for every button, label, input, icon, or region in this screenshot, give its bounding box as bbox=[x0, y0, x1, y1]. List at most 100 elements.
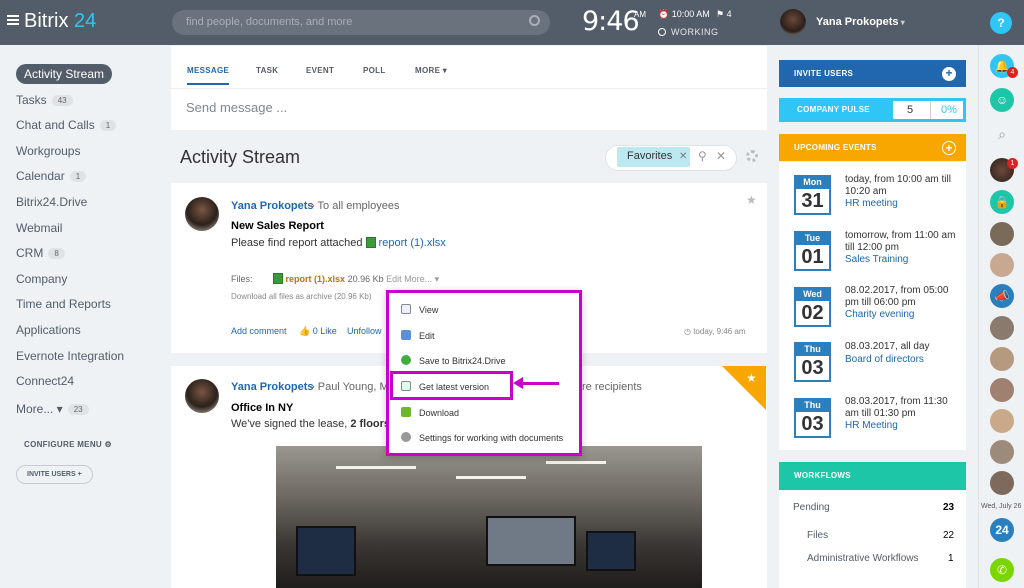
gear-icon bbox=[401, 432, 411, 442]
invite-users-button[interactable]: INVITE USERS + bbox=[16, 465, 93, 484]
wall-screen bbox=[486, 516, 576, 566]
tab-more[interactable]: MORE ▾ bbox=[415, 66, 447, 75]
clock-time[interactable]: 9:46 bbox=[582, 6, 640, 37]
file-link[interactable]: report (1).xlsx bbox=[286, 274, 346, 284]
ceiling-light bbox=[336, 466, 416, 469]
post-author[interactable]: Yana Prokopets bbox=[231, 200, 314, 212]
sidebar-item-applications[interactable]: Applications bbox=[16, 323, 81, 337]
logo[interactable]: Bitrix 24 bbox=[24, 10, 96, 33]
sidebar-item-crm[interactable]: CRM 8 bbox=[16, 246, 65, 260]
tab-message[interactable]: MESSAGE bbox=[187, 66, 230, 85]
post-text: We've signed the lease, 2 floors, 4 bbox=[231, 418, 403, 430]
more-link[interactable]: More... ▾ bbox=[404, 274, 439, 284]
unfollow-link[interactable]: Unfollow bbox=[347, 326, 382, 336]
download-icon bbox=[401, 407, 411, 417]
menu-item-view[interactable]: View bbox=[401, 304, 438, 315]
sidebar-item-connect24[interactable]: Connect24 bbox=[16, 374, 74, 388]
sidebar-item-chat[interactable]: Chat and Calls 1 bbox=[16, 118, 117, 132]
menu-icon[interactable] bbox=[7, 15, 19, 25]
avatar[interactable] bbox=[185, 197, 219, 231]
close-icon[interactable]: ✕ bbox=[679, 151, 687, 162]
tab-poll[interactable]: POLL bbox=[363, 66, 386, 75]
more-recipients[interactable]: re recipients bbox=[582, 381, 642, 393]
post-author[interactable]: Yana Prokopets bbox=[231, 381, 314, 393]
message-input[interactable]: Send message ... bbox=[186, 100, 287, 115]
add-comment-link[interactable]: Add comment bbox=[231, 326, 287, 336]
event-time: 08.03.2017, all day bbox=[845, 341, 930, 352]
event-link[interactable]: Charity evening bbox=[845, 309, 914, 320]
tab-task[interactable]: TASK bbox=[256, 66, 278, 75]
contact-avatar[interactable] bbox=[990, 409, 1014, 433]
search-icon bbox=[529, 15, 540, 26]
event-link[interactable]: Sales Training bbox=[845, 254, 908, 265]
menu-item-save-drive[interactable]: Save to Bitrix24.Drive bbox=[401, 355, 506, 366]
configure-menu-button[interactable]: CONFIGURE MENU ⚙ bbox=[24, 440, 112, 449]
sidebar-item-time[interactable]: Time and Reports bbox=[16, 297, 111, 311]
invite-users-button[interactable]: INVITE USERS bbox=[779, 60, 966, 87]
wall-screen bbox=[586, 531, 636, 571]
contact-avatar[interactable] bbox=[990, 471, 1014, 495]
sidebar-item-drive[interactable]: Bitrix24.Drive bbox=[16, 195, 87, 209]
phone-icon[interactable]: ✆ bbox=[990, 558, 1014, 582]
help-icon[interactable]: ? bbox=[990, 12, 1012, 34]
star-icon[interactable]: ★ bbox=[746, 193, 757, 207]
contact-avatar[interactable] bbox=[990, 253, 1014, 277]
menu-item-edit[interactable]: Edit bbox=[401, 330, 435, 341]
search-icon[interactable]: ⌕ bbox=[990, 122, 1014, 146]
edit-link[interactable]: Edit bbox=[386, 274, 402, 284]
download-archive-link[interactable]: Download all files as archive (20.96 Kb) bbox=[231, 292, 372, 301]
work-status[interactable]: WORKING bbox=[658, 27, 719, 37]
search-input[interactable]: find people, documents, and more bbox=[172, 10, 550, 35]
plus-icon[interactable]: + bbox=[942, 141, 956, 155]
search-plus-icon[interactable]: ⚲ bbox=[698, 149, 707, 163]
post-title: New Sales Report bbox=[231, 220, 324, 232]
post-recipients: › To all employees bbox=[311, 200, 400, 212]
sidebar-item-activity-stream[interactable]: Activity Stream bbox=[16, 64, 113, 84]
favorite-corner[interactable] bbox=[722, 366, 766, 410]
event-link[interactable]: Board of directors bbox=[845, 354, 924, 365]
like-button[interactable]: 👍 0 Like bbox=[299, 326, 337, 337]
event-time: tomorrow, from 11:00 am till 12:00 pm bbox=[845, 230, 956, 253]
sidebar-item-calendar[interactable]: Calendar 1 bbox=[16, 169, 87, 183]
contact-avatar[interactable] bbox=[990, 378, 1014, 402]
lock-icon[interactable]: 🔒 bbox=[990, 190, 1014, 214]
attachment-link[interactable]: report (1).xlsx bbox=[379, 237, 446, 249]
drive-icon bbox=[401, 355, 411, 365]
sidebar-item-company[interactable]: Company bbox=[16, 272, 67, 286]
megaphone-icon[interactable]: 📣 bbox=[990, 284, 1014, 308]
wf-pending-label[interactable]: Pending bbox=[793, 502, 830, 513]
notification-badge: 4 bbox=[1007, 67, 1018, 78]
b24-icon[interactable]: 24 bbox=[990, 518, 1014, 542]
event-link[interactable]: HR Meeting bbox=[845, 420, 898, 431]
sidebar-item-evernote[interactable]: Evernote Integration bbox=[16, 349, 124, 363]
plus-icon[interactable]: + bbox=[942, 67, 956, 81]
menu-item-download[interactable]: Download bbox=[401, 407, 459, 418]
event-date: Mon 31 bbox=[794, 175, 831, 215]
sidebar-item-more[interactable]: More... ▾ 23 bbox=[16, 402, 89, 416]
wf-files-label[interactable]: Files bbox=[807, 530, 828, 541]
sidebar-item-workgroups[interactable]: Workgroups bbox=[16, 144, 80, 158]
chat-icon[interactable]: ☺ bbox=[990, 88, 1014, 112]
contact-avatar[interactable] bbox=[990, 440, 1014, 464]
page-title: Activity Stream bbox=[180, 147, 301, 167]
gear-icon[interactable] bbox=[746, 150, 758, 162]
like-icon: 👍 bbox=[299, 326, 311, 336]
contact-avatar[interactable] bbox=[990, 222, 1014, 246]
post-recipients: › Paul Young, M bbox=[311, 381, 389, 393]
clock-ampm: AM bbox=[634, 10, 646, 19]
contact-avatar[interactable] bbox=[990, 347, 1014, 371]
sidebar-item-tasks[interactable]: Tasks 43 bbox=[16, 93, 73, 107]
tab-event[interactable]: EVENT bbox=[306, 66, 334, 75]
wf-admin-label[interactable]: Administrative Workflows bbox=[807, 553, 919, 564]
sidebar-item-webmail[interactable]: Webmail bbox=[16, 221, 62, 235]
event-link[interactable]: HR meeting bbox=[845, 198, 898, 209]
office-photo[interactable] bbox=[276, 446, 702, 588]
contact-avatar[interactable] bbox=[990, 316, 1014, 340]
xlsx-icon bbox=[272, 273, 283, 284]
user-name[interactable]: Yana Prokopets bbox=[816, 16, 905, 28]
avatar[interactable] bbox=[780, 9, 806, 35]
avatar[interactable] bbox=[185, 379, 219, 413]
menu-item-settings[interactable]: Settings for working with documents bbox=[401, 432, 563, 443]
wf-files-count: 22 bbox=[943, 530, 955, 541]
clear-icon[interactable]: ✕ bbox=[716, 149, 726, 163]
